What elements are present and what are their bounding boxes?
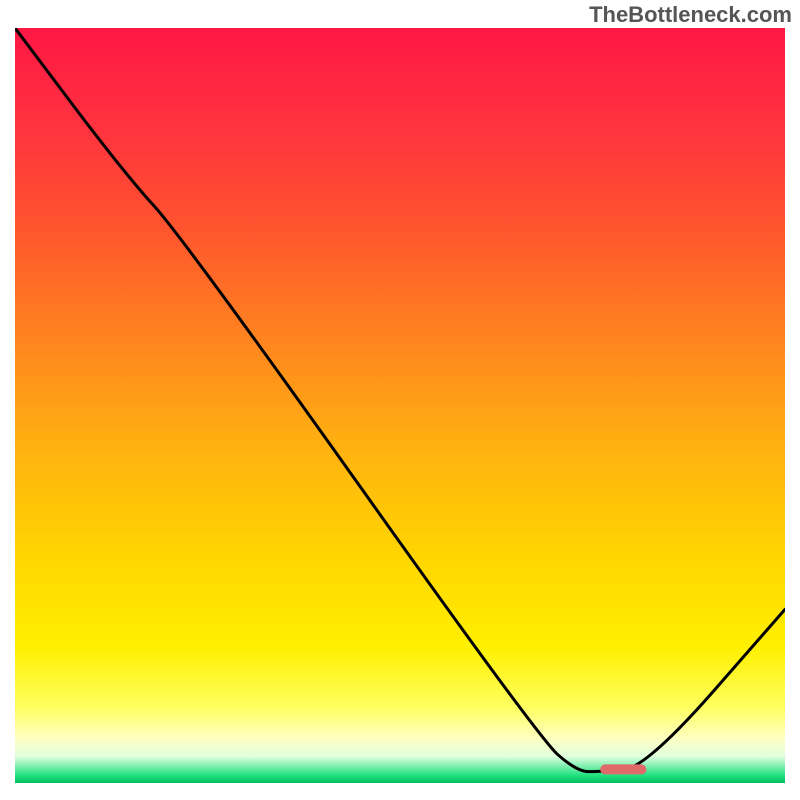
chart-optimal-marker (600, 764, 646, 774)
chart-plot-area (15, 28, 785, 783)
chart-background-gradient (15, 28, 785, 783)
chart-svg (15, 28, 785, 783)
watermark-text: TheBottleneck.com (589, 2, 792, 28)
